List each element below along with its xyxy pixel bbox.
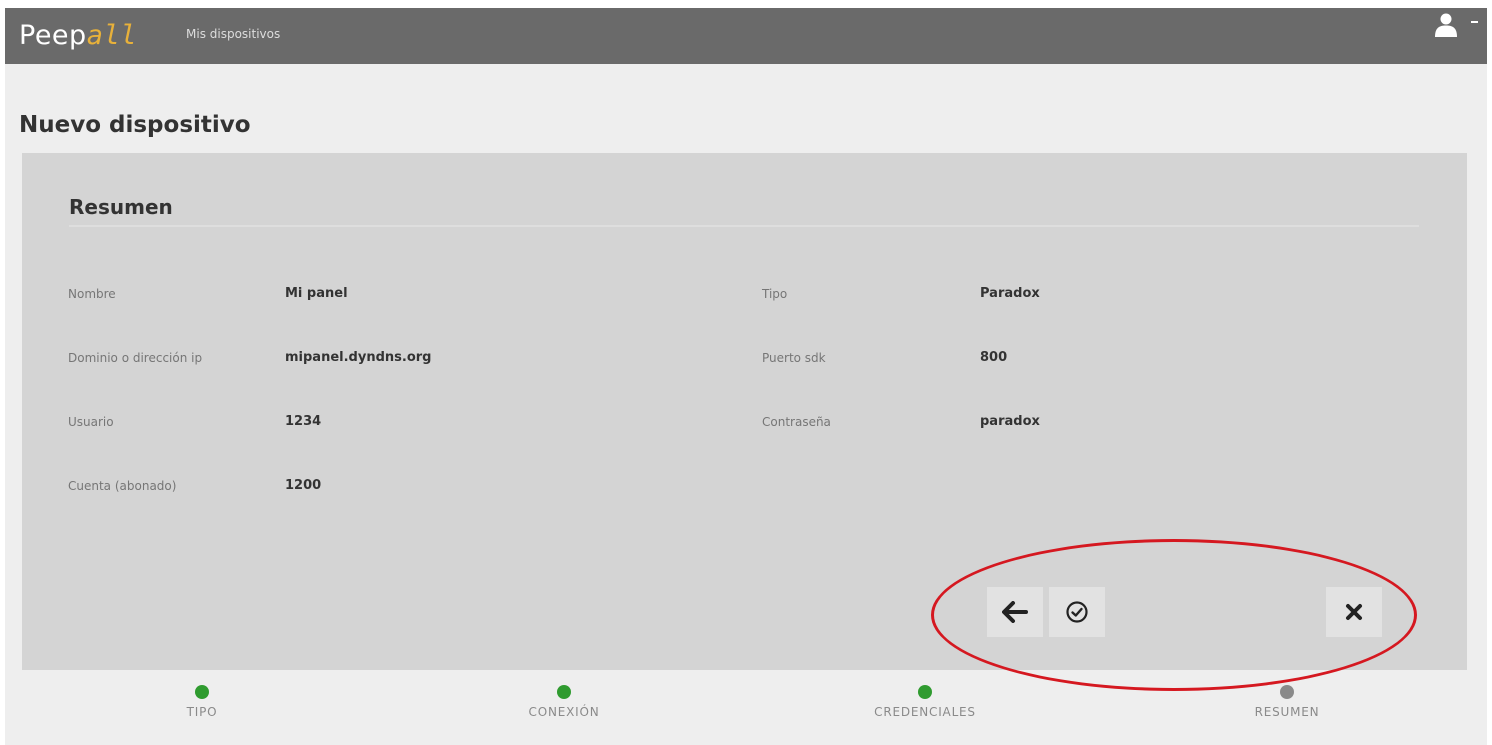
field-value-usuario: 1234 xyxy=(285,414,322,429)
step-resumen[interactable]: RESUMEN xyxy=(1187,685,1387,719)
field-value-cuenta: 1200 xyxy=(285,478,322,493)
field-label-tipo: Tipo xyxy=(762,287,788,301)
step-label: TIPO xyxy=(186,705,218,719)
nav-my-devices-link[interactable]: Mis dispositivos xyxy=(186,27,280,41)
step-label: CONEXIÓN xyxy=(528,705,600,719)
step-status-dot xyxy=(557,685,571,699)
app-frame: Peepall Mis dispositivos Nuevo dispositi… xyxy=(5,8,1487,745)
step-credenciales[interactable]: CREDENCIALES xyxy=(825,685,1025,719)
step-label: CREDENCIALES xyxy=(874,705,976,719)
field-value-tipo: Paradox xyxy=(980,286,1040,301)
red-annotation-ellipse xyxy=(931,539,1417,691)
top-navbar: Peepall Mis dispositivos xyxy=(5,8,1487,64)
field-value-puerto-sdk: 800 xyxy=(980,350,1008,365)
field-value-dominio: mipanel.dyndns.org xyxy=(285,350,432,365)
field-label-nombre: Nombre xyxy=(68,287,116,301)
brand-name-accent: all xyxy=(86,20,137,51)
caret-down-icon[interactable] xyxy=(1471,21,1478,23)
step-label: RESUMEN xyxy=(1254,705,1320,719)
wizard-steps: TIPO CONEXIÓN CREDENCIALES RESUMEN xyxy=(5,677,1487,737)
brand-logo[interactable]: Peepall xyxy=(19,20,137,51)
step-status-dot xyxy=(195,685,209,699)
summary-divider xyxy=(69,225,1419,227)
field-label-usuario: Usuario xyxy=(68,415,114,429)
step-tipo[interactable]: TIPO xyxy=(102,685,302,719)
page-title: Nuevo dispositivo xyxy=(19,112,251,138)
user-icon[interactable] xyxy=(1433,12,1459,38)
field-label-contrasena: Contraseña xyxy=(762,415,831,429)
field-label-puerto-sdk: Puerto sdk xyxy=(762,351,826,365)
step-status-dot xyxy=(1280,685,1294,699)
brand-name: Peep xyxy=(19,20,87,51)
field-label-cuenta: Cuenta (abonado) xyxy=(68,479,177,493)
summary-title: Resumen xyxy=(69,195,173,219)
step-status-dot xyxy=(918,685,932,699)
field-label-dominio: Dominio o dirección ip xyxy=(68,351,203,365)
field-value-contrasena: paradox xyxy=(980,414,1040,429)
step-conexion[interactable]: CONEXIÓN xyxy=(464,685,664,719)
field-value-nombre: Mi panel xyxy=(285,286,348,301)
